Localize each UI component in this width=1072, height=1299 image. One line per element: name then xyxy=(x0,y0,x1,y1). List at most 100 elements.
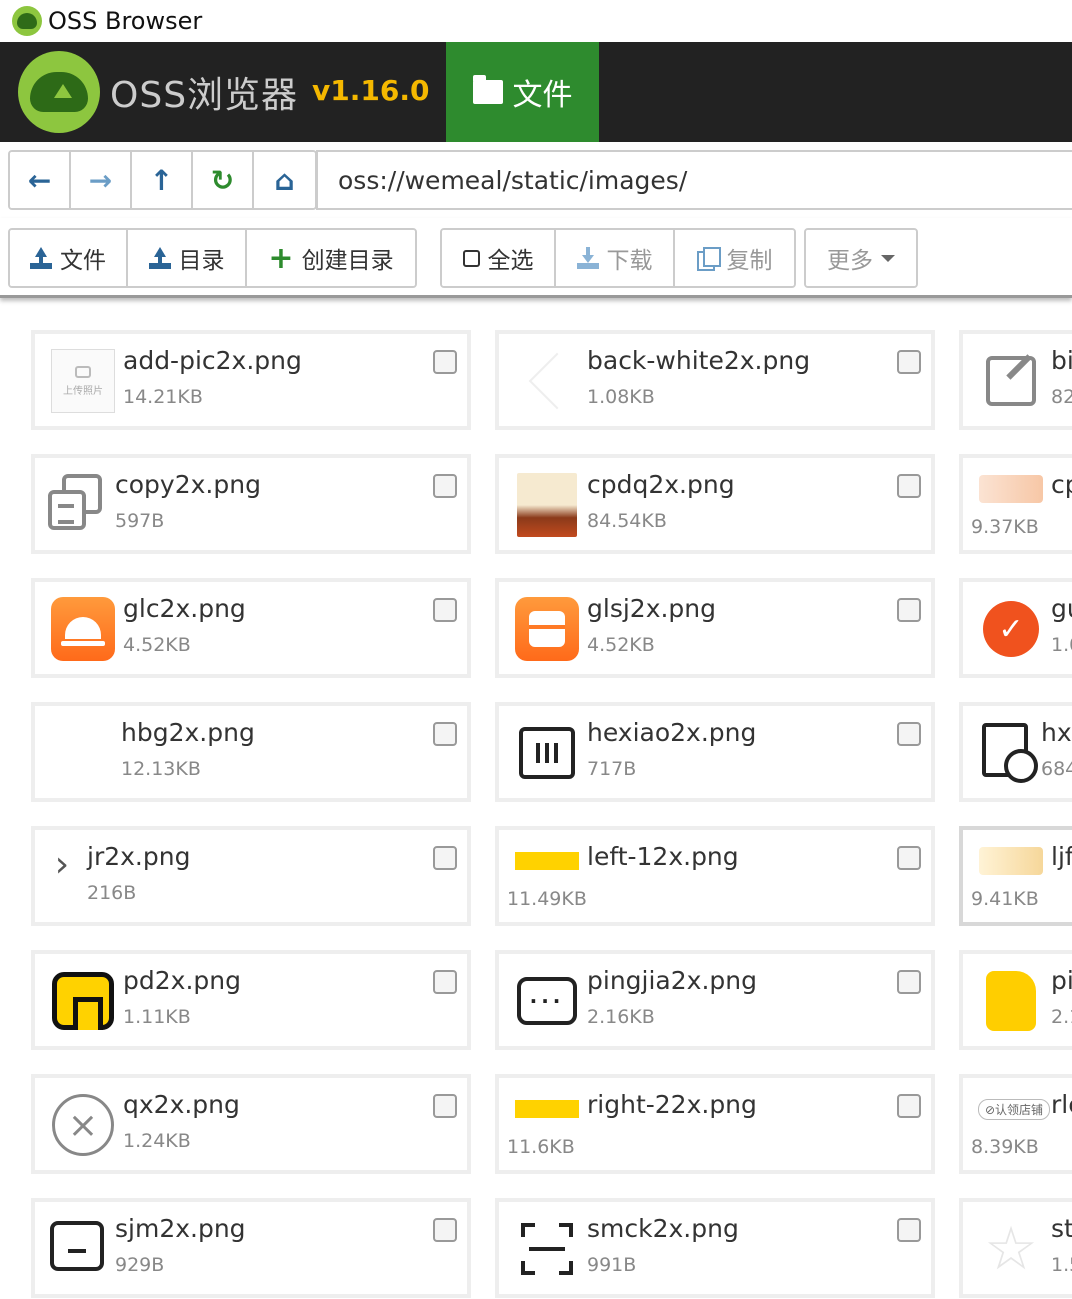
file-name: left-12x.png xyxy=(587,842,739,871)
file-checkbox[interactable] xyxy=(433,474,457,498)
file-card[interactable]: pd2x.png 1.11KB xyxy=(31,950,471,1050)
file-name: glsj2x.png xyxy=(587,594,717,623)
caret-down-icon xyxy=(881,254,895,262)
upload-icon xyxy=(30,247,52,269)
file-checkbox[interactable] xyxy=(897,598,921,622)
file-name: smck2x.png xyxy=(587,1214,739,1243)
close-circle-icon: × xyxy=(52,1094,114,1156)
toolbar: 文件 目录 + 创建目录 全选 下载 复制 更多 xyxy=(0,218,1072,298)
file-card[interactable]: ☆ st 1.5 xyxy=(959,1198,1072,1298)
file-card[interactable]: bi 82 xyxy=(959,330,1072,430)
upload-file-button[interactable]: 文件 xyxy=(10,230,128,286)
file-checkbox[interactable] xyxy=(897,1218,921,1242)
upload-dir-button[interactable]: 目录 xyxy=(128,230,247,286)
file-name: back-white2x.png xyxy=(587,346,811,375)
file-name: pi xyxy=(1051,966,1072,995)
file-card[interactable]: smck2x.png 991B xyxy=(495,1198,935,1298)
copy-button[interactable]: 复制 xyxy=(675,230,794,286)
file-checkbox[interactable] xyxy=(897,846,921,870)
upload-button-group: 文件 目录 + 创建目录 xyxy=(8,228,417,288)
thumbnail: ✓ xyxy=(979,597,1043,661)
file-card[interactable]: left-12x.png 11.49KB xyxy=(495,826,935,926)
file-card[interactable]: sjm2x.png 929B xyxy=(31,1198,471,1298)
home-button[interactable]: ⌂ xyxy=(254,152,315,208)
more-button-group: 更多 xyxy=(804,228,918,288)
file-card[interactable]: cpdq2x.png 84.54KB xyxy=(495,454,935,554)
forward-button[interactable]: → xyxy=(71,152,132,208)
upload-icon xyxy=(148,247,171,269)
file-checkbox[interactable] xyxy=(897,722,921,746)
file-size: 684 xyxy=(1041,758,1072,780)
create-dir-label: 创建目录 xyxy=(301,248,394,274)
file-checkbox[interactable] xyxy=(433,722,457,746)
refresh-button[interactable]: ↻ xyxy=(193,152,254,208)
file-card[interactable]: hexiao2x.png 717B xyxy=(495,702,935,802)
claim-store-tag: ⊘认领店铺 xyxy=(977,1098,1051,1120)
file-size: 2.16KB xyxy=(587,1006,655,1028)
file-card[interactable]: cp 9.37KB xyxy=(959,454,1072,554)
thumbnail: × xyxy=(51,1093,115,1157)
file-card[interactable]: glsj2x.png 4.52KB xyxy=(495,578,935,678)
thumbnail xyxy=(975,720,1038,783)
file-checkbox[interactable] xyxy=(897,970,921,994)
file-size: 11.49KB xyxy=(507,888,587,910)
file-card[interactable]: pi 2.1 xyxy=(959,950,1072,1050)
nav-tab-files[interactable]: 文件 xyxy=(446,42,599,142)
thumbnail xyxy=(47,1216,107,1276)
file-checkbox[interactable] xyxy=(433,1218,457,1242)
file-size: 84.54KB xyxy=(587,510,667,532)
file-card[interactable]: right-22x.png 11.6KB xyxy=(495,1074,935,1174)
file-card[interactable]: copy2x.png 597B xyxy=(31,454,471,554)
copy-icon xyxy=(696,247,721,271)
create-dir-button[interactable]: + 创建目录 xyxy=(247,230,415,286)
file-size: 8.39KB xyxy=(971,1136,1039,1158)
file-size: 1.11KB xyxy=(123,1006,191,1028)
file-size: 11.6KB xyxy=(507,1136,575,1158)
nav-button-group: ← → ↑ ↻ ⌂ xyxy=(8,150,317,210)
arrow-left-icon: ← xyxy=(27,163,52,197)
file-size: 1.0 xyxy=(1051,634,1072,656)
thumbnail xyxy=(515,721,579,785)
path-input[interactable]: oss://wemeal/static/images/ xyxy=(316,150,1072,210)
file-checkbox[interactable] xyxy=(897,474,921,498)
document-clock-icon xyxy=(982,723,1038,783)
copy-icon xyxy=(48,474,102,530)
file-checkbox[interactable] xyxy=(897,1094,921,1118)
file-checkbox[interactable] xyxy=(433,598,457,622)
up-button[interactable]: ↑ xyxy=(132,152,193,208)
file-card[interactable]: 上传照片 add-pic2x.png 14.21KB xyxy=(31,330,471,430)
thumbnail: ⊘认领店铺 xyxy=(977,1094,1051,1124)
file-card[interactable]: glc2x.png 4.52KB xyxy=(31,578,471,678)
file-card[interactable]: hbg2x.png 12.13KB xyxy=(31,702,471,802)
file-size: 4.52KB xyxy=(587,634,655,656)
file-size: 14.21KB xyxy=(123,386,203,408)
app-header: OSS浏览器 v1.16.0 文件 xyxy=(0,42,1072,142)
download-button[interactable]: 下载 xyxy=(556,230,675,286)
brand-name: OSS浏览器 xyxy=(110,75,299,116)
file-card[interactable]: ··· pingjia2x.png 2.16KB xyxy=(495,950,935,1050)
upload-dir-label: 目录 xyxy=(178,248,225,274)
file-size: 1.5 xyxy=(1051,1254,1072,1276)
file-card[interactable]: ljf 9.41KB xyxy=(959,826,1072,926)
file-card[interactable]: back-white2x.png 1.08KB xyxy=(495,330,935,430)
file-checkbox[interactable] xyxy=(433,970,457,994)
folder-icon xyxy=(472,75,503,104)
file-card[interactable]: ✓ gu 1.0 xyxy=(959,578,1072,678)
file-checkbox[interactable] xyxy=(433,846,457,870)
thumbnail xyxy=(515,597,579,661)
file-card[interactable]: ⊘认领店铺 rlc 8.39KB xyxy=(959,1074,1072,1174)
select-all-button[interactable]: 全选 xyxy=(442,230,556,286)
file-card[interactable]: hx 684 xyxy=(959,702,1072,802)
back-button[interactable]: ← xyxy=(10,152,71,208)
thumbnail xyxy=(515,473,579,537)
file-checkbox[interactable] xyxy=(897,350,921,374)
more-dropdown-button[interactable]: 更多 xyxy=(806,230,916,286)
file-checkbox[interactable] xyxy=(433,350,457,374)
file-checkbox[interactable] xyxy=(433,1094,457,1118)
box-icon xyxy=(50,1221,104,1271)
file-card[interactable]: × qx2x.png 1.24KB xyxy=(31,1074,471,1174)
thumbnail xyxy=(979,349,1043,413)
thumbnail xyxy=(47,472,103,532)
file-card[interactable]: › jr2x.png 216B xyxy=(31,826,471,926)
nav-tab-files-label: 文件 xyxy=(512,78,573,113)
